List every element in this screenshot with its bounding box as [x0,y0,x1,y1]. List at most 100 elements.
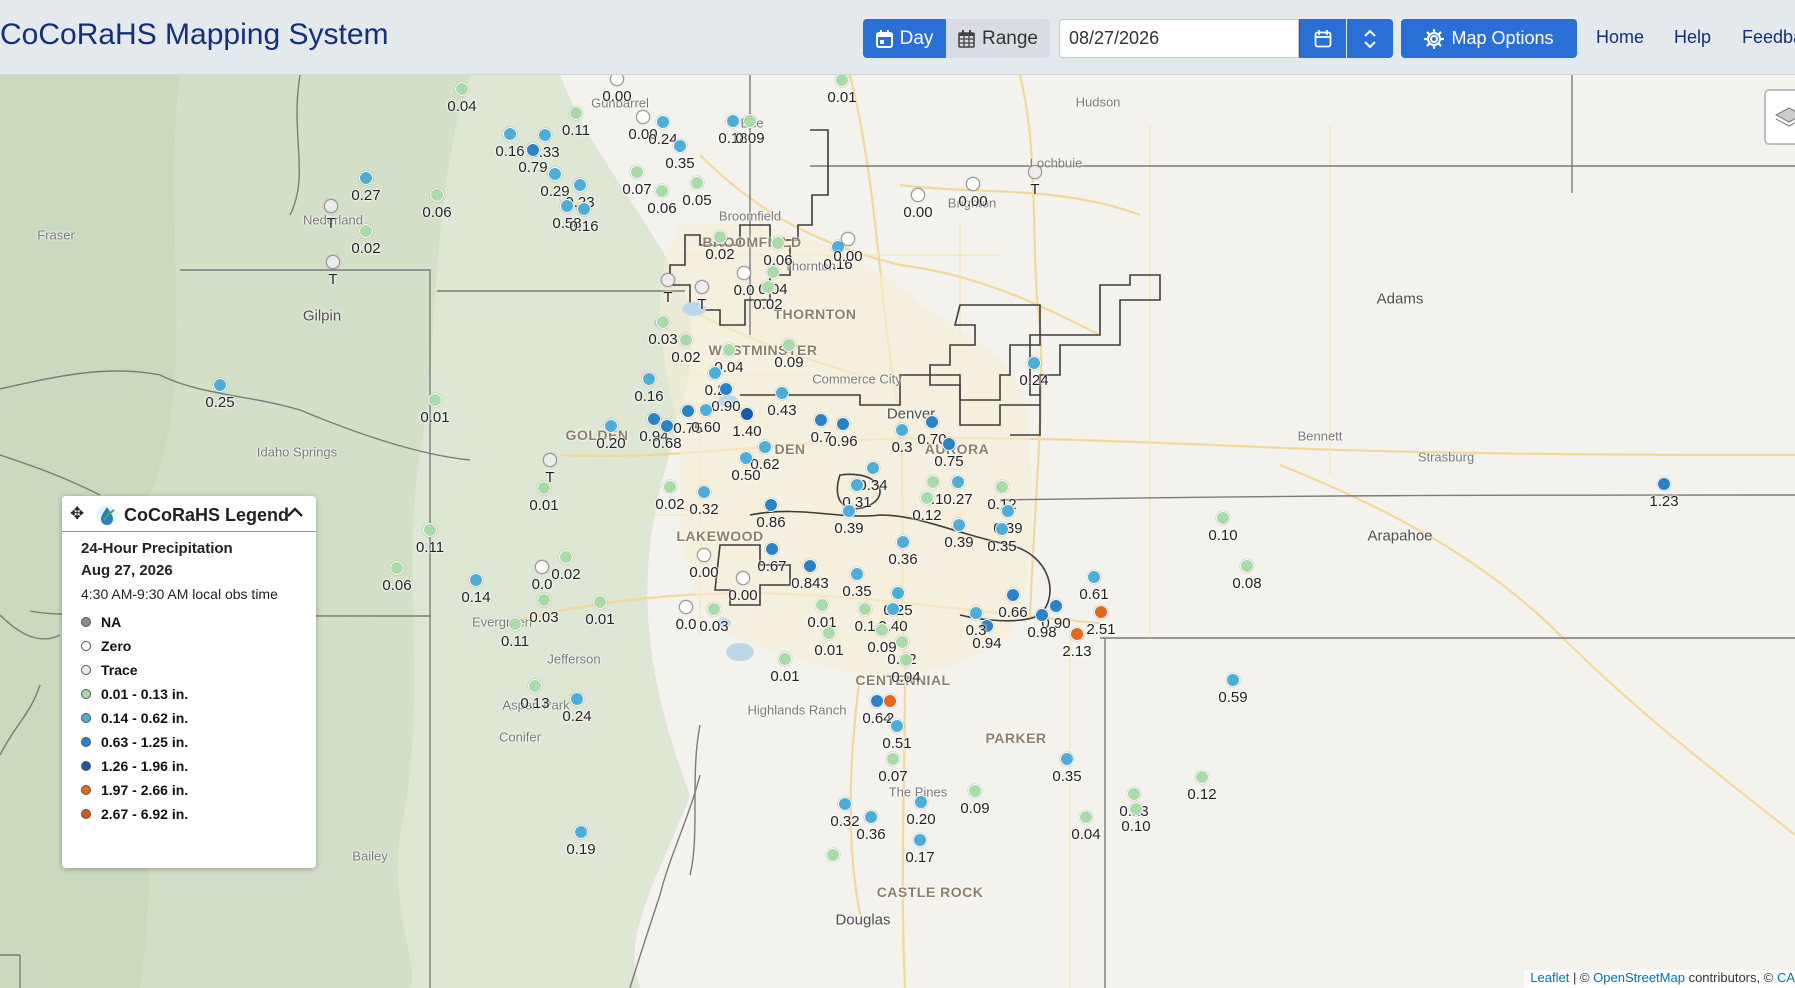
station-dot[interactable] [1070,627,1084,641]
station-dot[interactable] [913,833,927,847]
station-dot[interactable] [604,419,618,433]
station-dot[interactable] [656,115,670,129]
station-dot[interactable] [826,848,840,862]
station-dot[interactable] [914,795,928,809]
station-dot[interactable] [1129,802,1143,816]
station-dot[interactable] [537,481,551,495]
station-dot[interactable] [681,404,695,418]
station-dot[interactable] [630,165,644,179]
station-dot[interactable] [771,236,785,250]
station-dot[interactable] [920,491,934,505]
station-dot[interactable] [359,224,373,238]
station-dot[interactable] [969,606,983,620]
range-button[interactable]: Range [946,19,1050,58]
station-dot[interactable] [838,797,852,811]
station-dot[interactable] [995,522,1009,536]
station-dot[interactable] [707,602,721,616]
station-dot[interactable] [866,461,880,475]
station-dot[interactable] [679,600,693,614]
station-dot[interactable] [815,598,829,612]
station-dot[interactable] [656,315,670,329]
station-dot[interactable] [836,417,850,431]
station-dot[interactable] [1060,752,1074,766]
move-handle-icon[interactable]: ✥ [70,504,84,524]
station-dot[interactable] [778,652,792,666]
station-dot[interactable] [708,366,722,380]
station-dot[interactable] [864,810,878,824]
station-dot[interactable] [213,378,227,392]
station-dot[interactable] [1049,599,1063,613]
station-dot[interactable] [737,266,751,280]
carto-link[interactable]: CA [1777,970,1795,985]
station-dot[interactable] [761,280,775,294]
station-dot[interactable] [850,478,864,492]
station-dot[interactable] [573,178,587,192]
date-stepper-button[interactable] [1347,19,1393,58]
station-dot[interactable] [1240,559,1254,573]
station-dot[interactable] [890,719,904,733]
station-dot[interactable] [455,82,469,96]
station-dot[interactable] [841,232,855,246]
station-dot[interactable] [722,343,736,357]
station-dot[interactable] [697,548,711,562]
station-dot[interactable] [537,593,551,607]
station-dot[interactable] [679,333,693,347]
collapse-chevron-icon[interactable] [284,502,306,524]
station-dot[interactable] [538,128,552,142]
station-dot[interactable] [663,480,677,494]
station-dot[interactable] [508,617,522,631]
station-dot[interactable] [548,167,562,181]
station-dot[interactable] [593,595,607,609]
station-dot[interactable] [758,440,772,454]
station-dot[interactable] [765,542,779,556]
station-dot[interactable] [926,475,940,489]
leaflet-link[interactable]: Leaflet [1530,970,1569,985]
station-dot[interactable] [690,176,704,190]
station-dot[interactable] [883,694,897,708]
station-dot[interactable] [899,653,913,667]
station-dot[interactable] [775,386,789,400]
station-dot[interactable] [559,550,573,564]
station-dot[interactable] [359,171,373,185]
station-dot[interactable] [952,518,966,532]
station-dot[interactable] [660,419,674,433]
date-input[interactable] [1059,19,1299,58]
station-dot[interactable] [577,202,591,216]
station-dot[interactable] [886,602,900,616]
map-options-button[interactable]: Map Options [1401,19,1577,58]
station-dot[interactable] [1127,787,1141,801]
station-dot[interactable] [1195,770,1209,784]
station-dot[interactable] [782,338,796,352]
layers-control[interactable] [1764,89,1795,145]
station-dot[interactable] [1087,570,1101,584]
station-dot[interactable] [736,571,750,585]
nav-home-link[interactable]: Home [1596,27,1644,48]
station-dot[interactable] [951,475,965,489]
station-dot[interactable] [1035,608,1049,622]
station-dot[interactable] [528,679,542,693]
station-dot[interactable] [430,188,444,202]
station-dot[interactable] [968,784,982,798]
station-dot[interactable] [326,255,340,269]
station-dot[interactable] [726,114,740,128]
station-dot[interactable] [697,485,711,499]
station-dot[interactable] [1094,605,1108,619]
station-dot[interactable] [870,694,884,708]
osm-link[interactable]: OpenStreetMap [1593,970,1685,985]
station-dot[interactable] [1657,477,1671,491]
station-dot[interactable] [740,407,754,421]
map-view[interactable]: HudsonLochbuieGunbarrelErieBrightonFrase… [0,75,1795,988]
station-dot[interactable] [695,280,709,294]
station-dot[interactable] [574,825,588,839]
station-dot[interactable] [766,265,780,279]
station-dot[interactable] [560,199,574,213]
station-dot[interactable] [673,139,687,153]
station-dot[interactable] [699,403,713,417]
station-dot[interactable] [661,273,675,287]
station-dot[interactable] [423,523,437,537]
station-dot[interactable] [503,127,517,141]
station-dot[interactable] [570,692,584,706]
station-dot[interactable] [911,188,925,202]
station-dot[interactable] [543,453,557,467]
station-dot[interactable] [719,382,733,396]
